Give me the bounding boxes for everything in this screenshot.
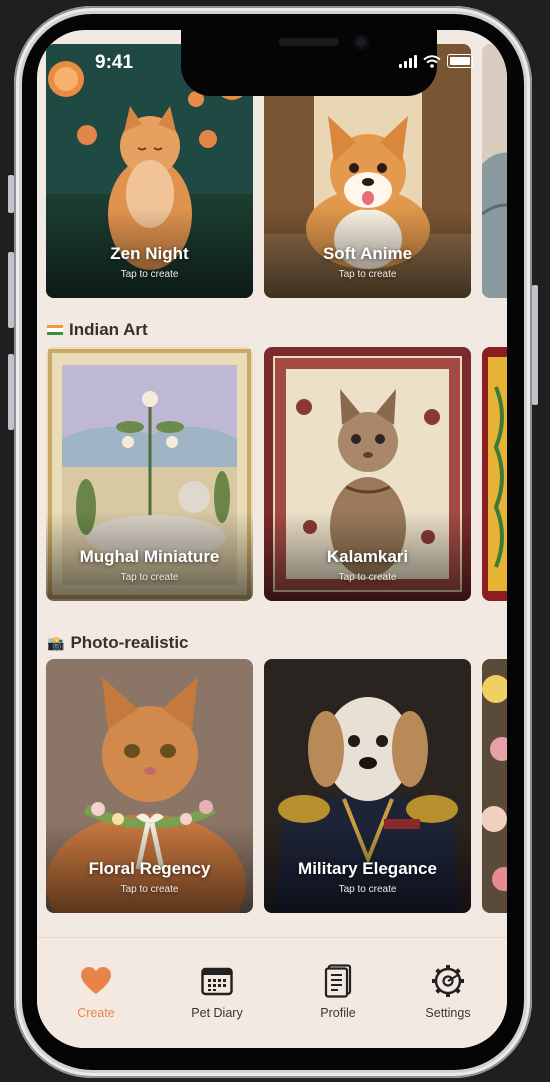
tab-pet-diary[interactable]: Pet Diary	[167, 962, 267, 1020]
card-subtitle: Tap to create	[120, 269, 179, 280]
camera-icon: 📸	[47, 634, 65, 651]
tab-label: Profile	[320, 1006, 356, 1020]
peek-artwork	[482, 659, 507, 913]
card-title: Military Elegance	[298, 859, 437, 878]
volume-down-button	[8, 354, 14, 430]
card-subtitle: Tap to create	[120, 884, 179, 895]
style-card-kalamkari[interactable]: Kalamkari Tap to create	[264, 347, 471, 601]
calendar-icon	[201, 967, 233, 996]
style-card-floral-regency[interactable]: Floral Regency Tap to create	[46, 659, 253, 913]
card-title: Kalamkari	[326, 547, 409, 566]
style-card-peek[interactable]	[482, 659, 507, 913]
tab-label: Pet Diary	[191, 1006, 243, 1020]
mute-switch	[8, 175, 14, 213]
volume-up-button	[8, 252, 14, 328]
signal-icon	[399, 54, 417, 68]
section-title-photo-realistic: 📸 Photo-realistic	[47, 633, 189, 653]
peek-artwork	[482, 347, 507, 601]
peek-artwork	[482, 44, 507, 298]
card-title: Soft Anime	[322, 244, 413, 263]
section-title-text: Photo-realistic	[70, 633, 189, 652]
tab-settings[interactable]: Settings	[398, 962, 498, 1020]
tab-label: Create	[77, 1006, 115, 1020]
style-card-peek[interactable]	[482, 347, 507, 601]
style-row-photo-realistic[interactable]: Floral Regency Tap to create Military El…	[46, 659, 507, 913]
india-flag-icon	[47, 324, 63, 336]
style-row-indian-art[interactable]: Mughal Miniature Tap to create Kalamkari…	[46, 347, 507, 601]
style-card-peek[interactable]	[482, 44, 507, 298]
section-title-text: Indian Art	[69, 320, 148, 339]
speaker	[279, 38, 339, 46]
tab-create[interactable]: Create	[46, 962, 146, 1020]
card-subtitle: Tap to create	[338, 572, 397, 583]
tab-profile[interactable]: Profile	[288, 962, 388, 1020]
front-camera	[353, 34, 369, 50]
status-icons	[399, 54, 473, 68]
battery-icon	[447, 54, 473, 68]
app-screen: 9:41 Zen Night Tap to create Soft Anime …	[37, 30, 507, 1048]
card-title: Zen Night	[110, 244, 189, 263]
power-button	[532, 285, 538, 405]
wifi-icon	[423, 54, 441, 68]
style-card-mughal-miniature[interactable]: Mughal Miniature Tap to create	[46, 347, 253, 601]
card-subtitle: Tap to create	[338, 269, 397, 280]
gear-icon	[432, 965, 464, 997]
card-title: Mughal Miniature	[79, 547, 220, 566]
document-icon	[324, 964, 352, 998]
card-subtitle: Tap to create	[338, 884, 397, 895]
card-subtitle: Tap to create	[120, 572, 179, 583]
tab-bar: Create Pet Diary Profile Settings	[37, 937, 507, 1048]
section-title-indian-art: Indian Art	[47, 320, 148, 340]
card-title: Floral Regency	[88, 859, 211, 878]
status-time: 9:41	[95, 52, 134, 73]
style-card-military-elegance[interactable]: Military Elegance Tap to create	[264, 659, 471, 913]
heart-icon	[81, 967, 111, 994]
tab-label: Settings	[425, 1006, 471, 1020]
